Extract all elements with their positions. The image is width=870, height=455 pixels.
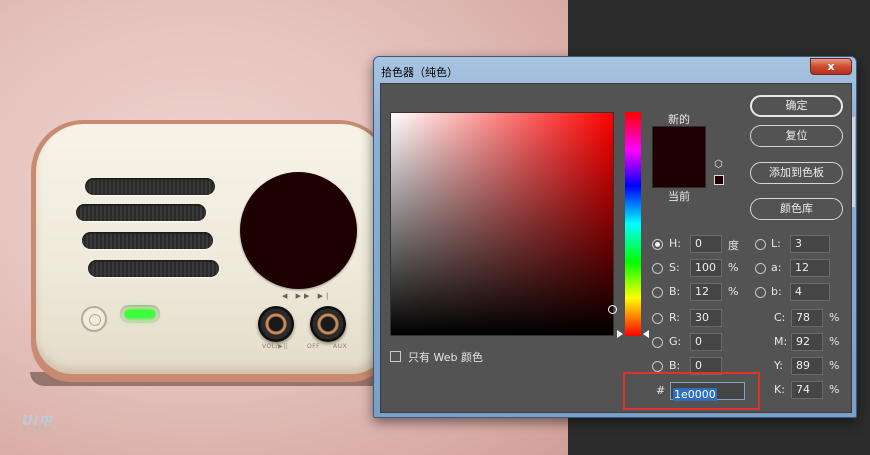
aux-label: AUX bbox=[333, 343, 348, 350]
hue-slider-handle-left[interactable] bbox=[617, 330, 623, 338]
current-color-label: 当前 bbox=[668, 190, 690, 203]
power-led-indicator bbox=[120, 305, 160, 323]
dialog-titlebar[interactable]: 拾色器（纯色） x bbox=[374, 57, 856, 83]
hex-value-selected: 1e0000 bbox=[673, 388, 717, 401]
a-channel-field[interactable]: 12 bbox=[790, 259, 830, 277]
mode-knob bbox=[310, 306, 346, 342]
grille-bar bbox=[82, 232, 213, 249]
lightness-field[interactable]: 3 bbox=[790, 235, 830, 253]
yellow-label: Y: bbox=[774, 359, 783, 372]
volume-knob bbox=[258, 306, 294, 342]
saturation-field[interactable]: 100 bbox=[690, 259, 722, 277]
magenta-field[interactable]: 92 bbox=[791, 333, 823, 351]
brightness-radio[interactable] bbox=[652, 287, 663, 298]
a-channel-label: a: bbox=[771, 261, 782, 274]
a-channel-radio[interactable] bbox=[755, 263, 766, 274]
vol-label: VOL/▶|| bbox=[262, 343, 289, 350]
close-button[interactable]: x bbox=[810, 58, 852, 75]
lightness-label: L: bbox=[771, 237, 781, 250]
cyan-unit: % bbox=[829, 311, 840, 324]
ok-button[interactable]: 确定 bbox=[750, 95, 843, 117]
green-field[interactable]: 0 bbox=[690, 333, 722, 351]
out-of-gamut-cube-icon[interactable]: ⬡ bbox=[714, 160, 724, 170]
hex-label: # bbox=[656, 384, 666, 397]
black-unit: % bbox=[829, 383, 840, 396]
add-to-swatches-button[interactable]: 添加到色板 bbox=[750, 162, 843, 184]
reset-button[interactable]: 复位 bbox=[750, 125, 843, 147]
cyan-label: C: bbox=[774, 311, 786, 324]
magenta-unit: % bbox=[829, 335, 840, 348]
speaker-circle bbox=[240, 172, 357, 289]
color-field-cursor[interactable] bbox=[608, 305, 617, 314]
grille-bar bbox=[85, 178, 215, 195]
hue-slider[interactable] bbox=[625, 112, 641, 336]
playback-icons: ◀ ▶▶ ▶| bbox=[282, 292, 332, 300]
brightness-label: B: bbox=[669, 285, 681, 298]
hue-field[interactable]: 0 bbox=[690, 235, 722, 253]
web-colors-only-label: 只有 Web 颜色 bbox=[408, 351, 483, 364]
lightness-radio[interactable] bbox=[755, 239, 766, 250]
saturation-unit: % bbox=[728, 261, 739, 274]
dialog-title: 拾色器（纯色） bbox=[381, 66, 458, 79]
b-channel-radio[interactable] bbox=[755, 287, 766, 298]
hue-unit: 度 bbox=[728, 239, 739, 252]
red-field[interactable]: 30 bbox=[690, 309, 722, 327]
blue-label: B: bbox=[669, 359, 681, 372]
brightness-field[interactable]: 12 bbox=[690, 283, 722, 301]
color-libraries-button[interactable]: 颜色库 bbox=[750, 198, 843, 220]
yellow-unit: % bbox=[829, 359, 840, 372]
hex-field[interactable]: 1e0000 bbox=[670, 382, 745, 401]
red-radio[interactable] bbox=[652, 313, 663, 324]
blue-radio[interactable] bbox=[652, 361, 663, 372]
color-preview-swatch bbox=[652, 126, 706, 188]
b-channel-label: b: bbox=[771, 285, 782, 298]
black-field[interactable]: 74 bbox=[791, 381, 823, 399]
cyan-field[interactable]: 78 bbox=[791, 309, 823, 327]
saturation-radio[interactable] bbox=[652, 263, 663, 274]
saturation-brightness-field[interactable] bbox=[390, 112, 614, 336]
green-label: G: bbox=[669, 335, 682, 348]
green-radio[interactable] bbox=[652, 337, 663, 348]
b-channel-field[interactable]: 4 bbox=[790, 283, 830, 301]
red-label: R: bbox=[669, 311, 681, 324]
brightness-unit: % bbox=[728, 285, 739, 298]
grille-bar bbox=[76, 204, 206, 221]
hue-slider-handle-right[interactable] bbox=[643, 330, 649, 338]
grille-bar bbox=[88, 260, 219, 277]
web-safe-swatch[interactable] bbox=[714, 175, 724, 185]
magenta-label: M: bbox=[774, 335, 788, 348]
hue-radio[interactable] bbox=[652, 239, 663, 250]
dialog-content: 新的 当前 ⬡ 确定 复位 添加到色板 颜色库 H: 0 度 S: 100 % … bbox=[380, 83, 852, 413]
off-label: OFF bbox=[307, 343, 321, 350]
saturation-label: S: bbox=[669, 261, 680, 274]
web-colors-only-checkbox[interactable] bbox=[390, 351, 401, 362]
new-color-label: 新的 bbox=[668, 113, 690, 126]
color-picker-dialog: 拾色器（纯色） x 新的 当前 ⬡ 确定 复位 添加到色板 颜色库 H: 0 度… bbox=[373, 56, 857, 418]
hue-label: H: bbox=[669, 237, 681, 250]
watermark-subtext: 优优教程网 bbox=[22, 426, 53, 433]
brand-logo-icon bbox=[81, 306, 107, 332]
black-label: K: bbox=[774, 383, 785, 396]
yellow-field[interactable]: 89 bbox=[791, 357, 823, 375]
